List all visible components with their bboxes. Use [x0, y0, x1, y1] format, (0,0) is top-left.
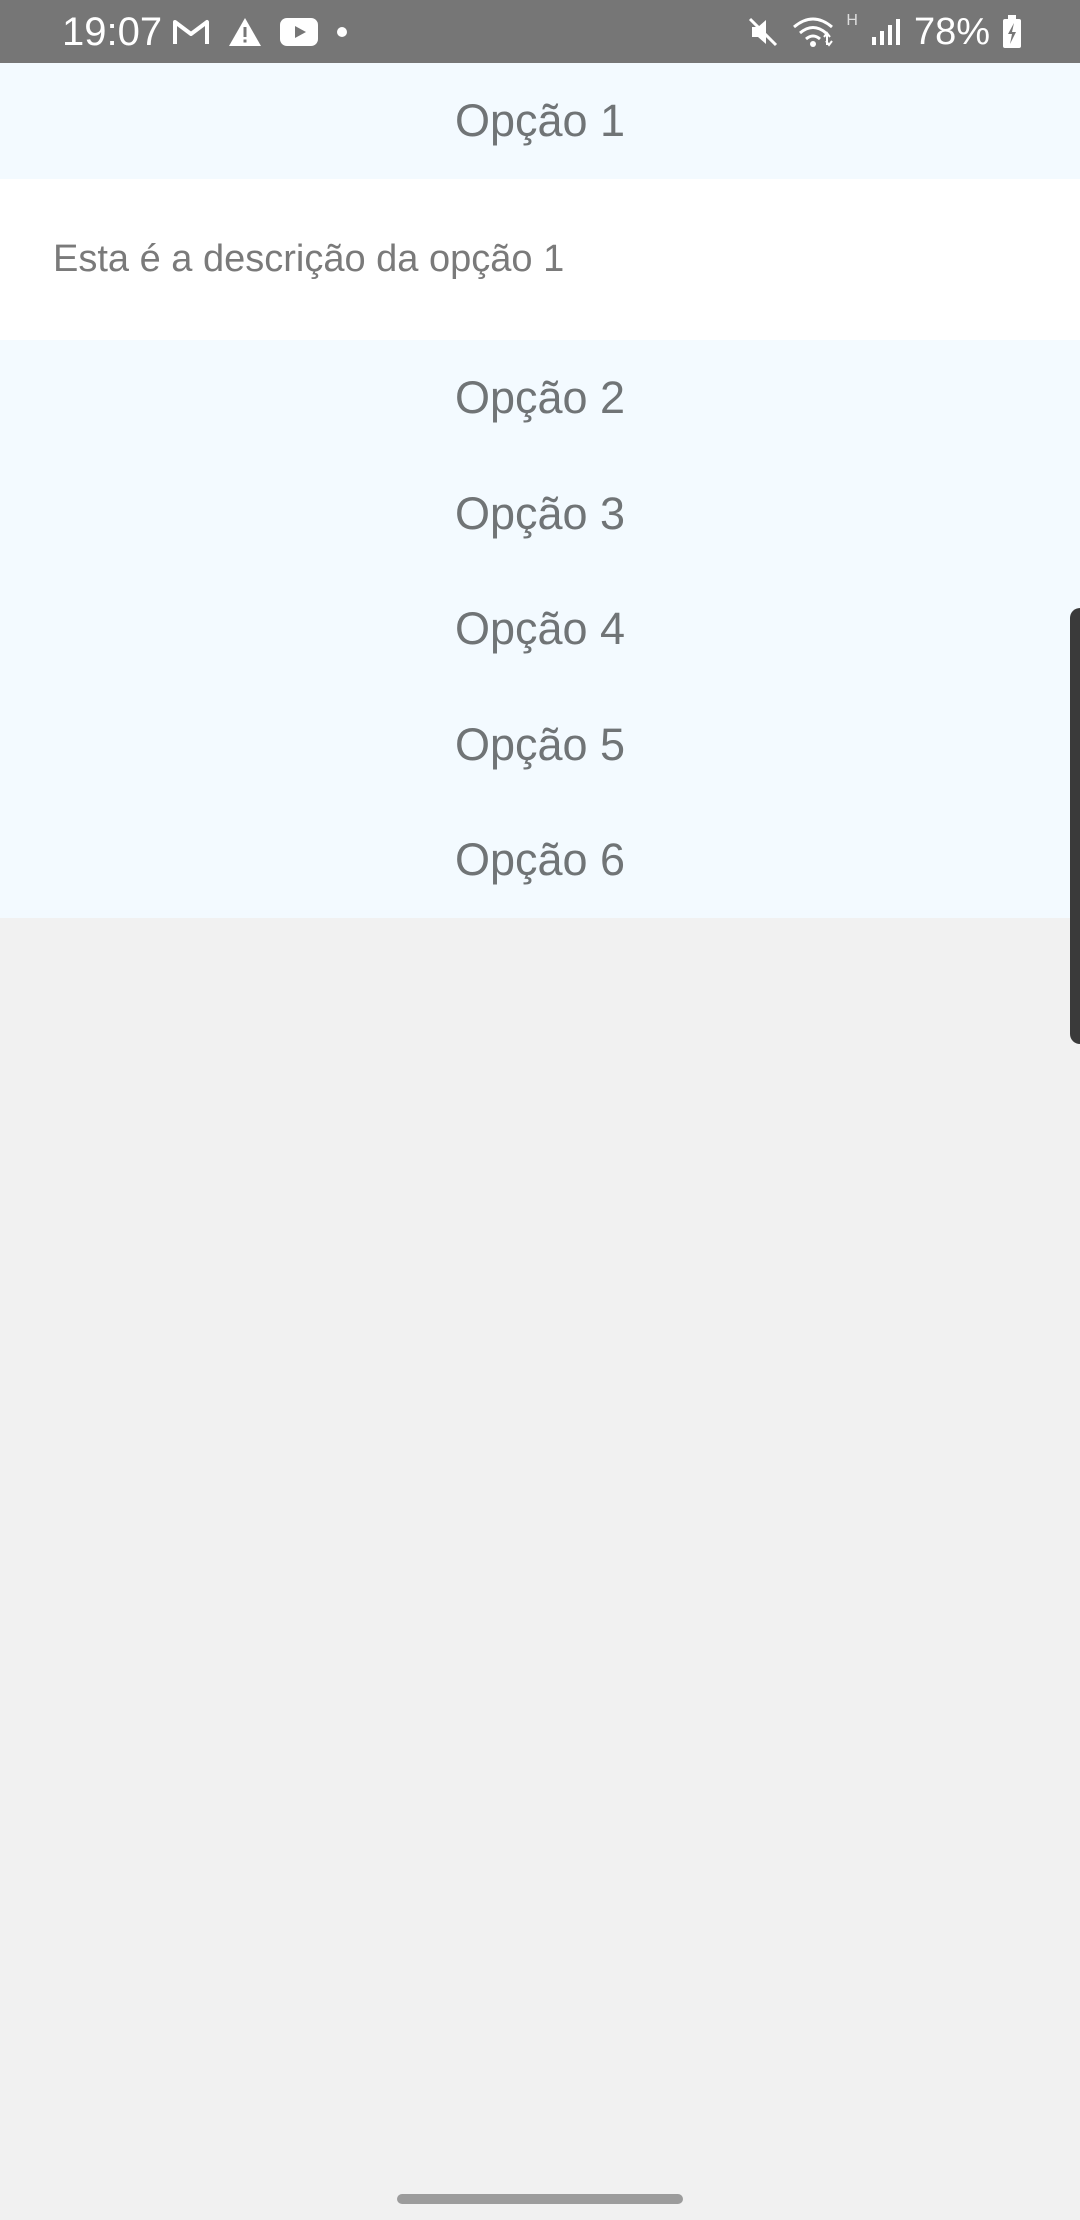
accordion-header-opcao-4[interactable]: Opção 4 — [0, 571, 1080, 687]
notification-icons — [172, 14, 348, 50]
accordion-header-label: Opção 3 — [454, 487, 626, 539]
status-time: 19:07 — [62, 10, 163, 54]
accordion-header-opcao-1[interactable]: Opção 1 — [0, 63, 1080, 179]
edge-panel-handle[interactable] — [1070, 608, 1080, 1044]
warning-icon — [228, 17, 262, 47]
system-icons: H 78% — [746, 8, 1022, 56]
network-type-label: H — [846, 12, 858, 29]
accordion-description-opcao-1: Esta é a descrição da opção 1 — [0, 179, 1080, 340]
accordion-header-label: Opção 4 — [454, 603, 626, 654]
notification-dot-icon — [336, 26, 348, 38]
accordion-header-label: Opção 2 — [454, 372, 626, 423]
accordion-header-opcao-2[interactable]: Opção 2 — [0, 340, 1080, 456]
accordion-header-label: Opção 1 — [454, 95, 626, 146]
home-indicator[interactable] — [397, 2194, 683, 2204]
signal-icon — [870, 17, 902, 47]
mute-icon — [746, 15, 780, 49]
accordion-header-opcao-6[interactable]: Opção 6 — [0, 802, 1080, 918]
status-bar: 19:07 H 78% — [0, 0, 1080, 63]
accordion-header-opcao-3[interactable]: Opção 3 — [0, 456, 1080, 571]
collapsed-options: Opção 2 Opção 3 Opção 4 Opção 5 Opção 6 — [0, 340, 1080, 918]
youtube-icon — [280, 18, 318, 46]
wifi-icon — [792, 15, 834, 49]
accordion-header-opcao-5[interactable]: Opção 5 — [0, 687, 1080, 802]
gmail-icon — [172, 18, 210, 46]
description-text: Esta é a descrição da opção 1 — [53, 238, 565, 280]
battery-charging-icon — [1002, 15, 1022, 49]
accordion-header-label: Opção 5 — [454, 718, 626, 770]
accordion-header-label: Opção 6 — [454, 834, 626, 885]
battery-percent: 78% — [913, 11, 990, 53]
accordion-list: Opção 1 Esta é a descrição da opção 1 Op… — [0, 63, 1080, 918]
